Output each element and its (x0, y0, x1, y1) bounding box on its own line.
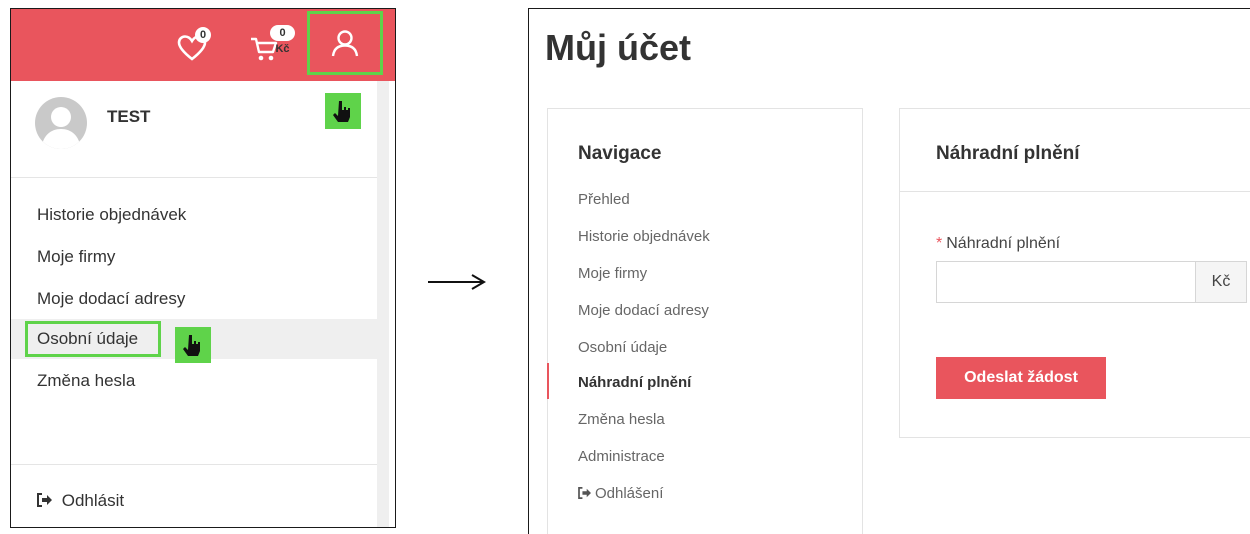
avatar-placeholder (35, 97, 87, 149)
user-icon (331, 30, 359, 57)
sign-out-icon (578, 487, 591, 499)
cart-button[interactable]: 0 Kč (249, 25, 295, 63)
nav-item-overview[interactable]: Přehled (578, 191, 630, 208)
page-title: Můj účet (545, 27, 692, 68)
menu-item-my-companies[interactable]: Moje firmy (37, 247, 115, 267)
menu-item-personal-data[interactable]: Osobní údaje (37, 329, 138, 349)
account-navigation: Navigace Přehled Historie objednávek Moj… (547, 108, 863, 534)
field-label: * Náhradní plnění (936, 235, 1060, 253)
menu-item-change-password[interactable]: Změna hesla (37, 371, 135, 391)
nav-item-logout[interactable]: Odhlášení (578, 485, 663, 502)
divider (11, 177, 377, 178)
submit-request-button[interactable]: Odeslat žádost (936, 357, 1106, 399)
substitute-fulfillment-form: Náhradní plnění * Náhradní plnění Kč Odes… (899, 108, 1250, 438)
logout-label: Odhlásit (61, 491, 125, 510)
nav-item-administration[interactable]: Administrace (578, 448, 665, 465)
form-heading: Náhradní plnění (936, 143, 1080, 164)
amount-input[interactable] (936, 261, 1196, 303)
nav-item-substitute-fulfillment[interactable]: Náhradní plnění (578, 374, 691, 391)
user-name: TEST (107, 107, 151, 126)
menu-item-order-history[interactable]: Historie objednávek (37, 205, 186, 225)
nav-item-change-password[interactable]: Změna hesla (578, 411, 665, 428)
account-dropdown-screenshot: 0 0 Kč TEST Historie objednávek Moje fir… (10, 8, 396, 528)
active-indicator (547, 363, 549, 399)
navigation-heading: Navigace (578, 143, 662, 164)
account-page-screenshot: Můj účet Navigace Přehled Historie objed… (528, 8, 1250, 534)
divider (11, 464, 377, 465)
divider (900, 191, 1250, 192)
wishlist-count-badge: 0 (195, 27, 211, 43)
cart-amount-badge: 0 Kč (270, 25, 295, 55)
nav-item-personal-data[interactable]: Osobní údaje (578, 339, 667, 356)
field-label-text: Náhradní plnění (946, 235, 1061, 252)
nav-logout-label: Odhlášení (595, 485, 664, 502)
nav-item-order-history[interactable]: Historie objednávek (578, 228, 710, 245)
hand-pointer-icon (175, 327, 211, 363)
user-account-button[interactable] (307, 11, 383, 75)
required-mark: * (936, 235, 943, 252)
wishlist-button[interactable]: 0 (177, 27, 213, 63)
menu-item-delivery-addresses[interactable]: Moje dodací adresy (37, 289, 185, 309)
amount-input-group: Kč (936, 261, 1247, 303)
header-bar: 0 0 Kč (11, 9, 395, 81)
nav-item-delivery-addresses[interactable]: Moje dodací adresy (578, 302, 709, 319)
logout-link[interactable]: Odhlásit (37, 491, 124, 511)
currency-addon: Kč (1195, 261, 1247, 303)
account-dropdown-menu: TEST Historie objednávek Moje firmy Moje… (11, 81, 389, 527)
nav-item-my-companies[interactable]: Moje firmy (578, 265, 647, 282)
right-arrow-icon (428, 274, 486, 290)
hand-pointer-icon (325, 93, 361, 129)
sign-out-icon (37, 493, 52, 507)
